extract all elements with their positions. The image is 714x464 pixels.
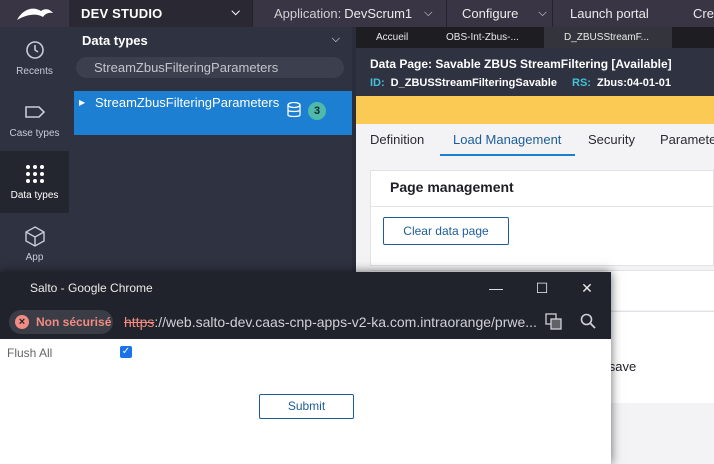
divider xyxy=(252,0,253,27)
tab-obs-int-zbus[interactable]: OBS-Int-Zbus-... xyxy=(426,27,542,48)
create-menu[interactable]: Crea xyxy=(693,0,714,27)
tree-item-selected[interactable]: ▶ StreamZbusFilteringParameters 3 xyxy=(74,91,352,135)
launch-portal-label: Launch portal xyxy=(570,6,649,21)
tab-label: D_ZBUSStreamF... xyxy=(564,32,650,43)
chevron-down-icon: ⌵ xyxy=(538,7,547,19)
warning-banner xyxy=(356,96,714,124)
tab-label: Accueil xyxy=(376,32,409,43)
chrome-popup-window: Salto - Google Chrome — ☐ ✕ × Non sécuri… xyxy=(0,272,611,464)
maximize-icon[interactable]: ☐ xyxy=(533,279,551,297)
url-rest: ://web.salto-dev.caas-cnp-apps-v2-ka.com… xyxy=(154,314,537,330)
address-bar: × Non sécurisé https://web.salto-dev.caa… xyxy=(0,304,611,339)
case-types-icon xyxy=(24,106,45,118)
caret-right-icon: ▶ xyxy=(79,98,86,107)
window-titlebar: Salto - Google Chrome — ☐ ✕ xyxy=(0,272,611,304)
tab-label: OBS-Int-Zbus-... xyxy=(446,32,519,43)
studio-switcher[interactable]: DEV STUDIO ⌵ xyxy=(69,0,252,27)
rule-form-tabs: Definition Load Management Security Para… xyxy=(356,124,714,158)
section-title: Page management xyxy=(390,179,514,195)
tree-item-label: StreamZbusFilteringParameters xyxy=(95,95,280,110)
divider xyxy=(552,0,553,27)
id-value: D_ZBUSStreamFilteringSavable xyxy=(390,77,557,89)
url-text[interactable]: https://web.salto-dev.caas-cnp-apps-v2-k… xyxy=(124,314,538,330)
count-badge: 3 xyxy=(308,102,326,120)
nav-data-types-label: Data types xyxy=(10,190,59,201)
studio-label: DEV STUDIO xyxy=(81,6,163,21)
divider xyxy=(446,0,447,27)
nav-app-label: App xyxy=(25,252,44,263)
explorer-title: Data types xyxy=(82,33,148,48)
flush-all-checkbox[interactable]: ✓ xyxy=(120,346,132,358)
rs-value: Zbus:04-01-01 xyxy=(596,77,671,89)
application-value: DevScrum1 xyxy=(344,6,413,21)
page-header: Data Page: Savable ZBUS StreamFiltering … xyxy=(356,48,714,96)
clear-data-page-button[interactable]: Clear data page xyxy=(383,217,509,245)
nav-recents-label: Recents xyxy=(16,66,53,77)
window-title: Salto - Google Chrome xyxy=(30,281,153,295)
chevron-down-icon: ⌵ xyxy=(424,7,433,19)
minimize-icon[interactable]: — xyxy=(487,279,505,297)
document-tabs: Accueil OBS-Int-Zbus-... D_ZBUSStreamF..… xyxy=(356,27,714,48)
database-icon xyxy=(287,102,301,118)
configure-label: Configure xyxy=(462,6,519,21)
popup-content: Flush All ✓ Submit xyxy=(0,339,611,464)
configure-menu[interactable]: Configure ⌵ xyxy=(462,0,547,27)
security-chip[interactable]: × Non sécurisé xyxy=(9,310,113,334)
url-scheme: https xyxy=(124,314,155,330)
tab-definition[interactable]: Definition xyxy=(370,132,424,147)
page-title: Data Page: Savable ZBUS StreamFiltering … xyxy=(370,57,672,71)
page-identifiers: ID: D_ZBUSStreamFilteringSavable RS: Zbus:… xyxy=(370,77,671,89)
explorer-search-input[interactable]: StreamZbusFilteringParameters xyxy=(76,57,344,78)
application-menu[interactable]: Application: DevScrum1 ⌵ xyxy=(274,0,432,27)
submit-button[interactable]: Submit xyxy=(259,394,354,419)
page-management-section: Page management Clear data page xyxy=(370,170,714,266)
history-icon xyxy=(25,41,44,59)
create-label: Crea xyxy=(693,6,714,21)
tab-d-zbus-stream[interactable]: D_ZBUSStreamF... xyxy=(544,27,672,48)
pega-bird-logo-icon xyxy=(16,8,53,20)
grid-dots-icon xyxy=(25,165,44,183)
zoom-icon[interactable] xyxy=(580,313,596,329)
nav-recents[interactable]: Recents xyxy=(0,27,69,89)
launch-portal-menu[interactable]: Launch portal xyxy=(570,0,649,27)
nav-data-types[interactable]: Data types xyxy=(0,151,69,213)
nav-app[interactable]: App xyxy=(0,213,69,275)
tab-load-management[interactable]: Load Management xyxy=(453,132,561,147)
close-icon[interactable]: ✕ xyxy=(578,279,596,297)
top-header: DEV STUDIO ⌵ Application: DevScrum1 ⌵ Co… xyxy=(0,0,714,27)
translate-icon[interactable] xyxy=(545,313,562,330)
active-tab-indicator xyxy=(440,154,575,156)
id-key: ID: xyxy=(370,77,385,89)
divider xyxy=(371,206,714,207)
nav-case-types-label: Case types xyxy=(9,128,60,139)
security-chip-label: Non sécurisé xyxy=(36,315,112,329)
pega-logo[interactable] xyxy=(0,0,69,27)
chevron-down-icon: ⌵ xyxy=(231,6,240,18)
flush-all-label: Flush All xyxy=(7,346,53,360)
tab-accueil[interactable]: Accueil xyxy=(356,27,426,48)
chevron-down-icon[interactable]: ⌵ xyxy=(332,33,340,46)
application-label: Application: xyxy=(274,6,342,21)
nav-case-types[interactable]: Case types xyxy=(0,89,69,151)
rs-key: RS: xyxy=(572,77,591,89)
cube-icon xyxy=(24,226,45,247)
insecure-icon: × xyxy=(15,315,29,329)
tab-parameters[interactable]: Paramete xyxy=(660,132,714,147)
tab-security[interactable]: Security xyxy=(588,132,635,147)
